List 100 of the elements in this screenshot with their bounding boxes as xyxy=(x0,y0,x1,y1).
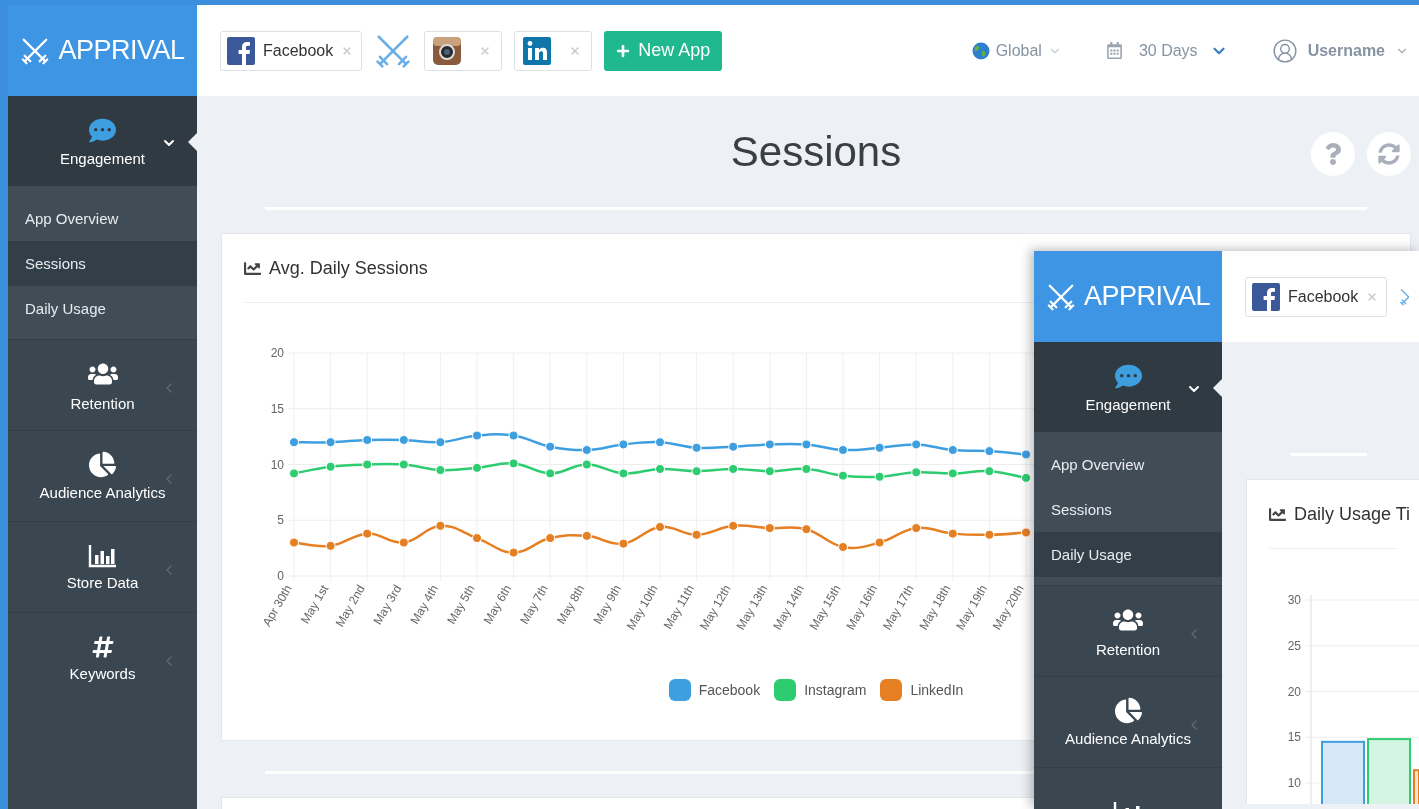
data-point xyxy=(984,466,995,477)
pointer-notch xyxy=(188,133,197,151)
data-point xyxy=(947,468,958,479)
data-point xyxy=(362,434,373,445)
data-point xyxy=(911,439,922,450)
axis-tick-label: 10 xyxy=(1287,776,1301,790)
data-point xyxy=(435,520,446,531)
help-button[interactable] xyxy=(1311,131,1355,176)
axis-tick-label: 15 xyxy=(270,401,284,416)
data-point xyxy=(435,465,446,476)
axis-tick-label: 25 xyxy=(1287,638,1301,653)
calendar-icon xyxy=(1105,42,1123,59)
data-point xyxy=(691,442,702,453)
data-point xyxy=(801,439,812,450)
data-point xyxy=(435,437,446,448)
axis-tick-label: 30 xyxy=(1287,593,1301,607)
page-title: Sessions xyxy=(730,127,902,176)
app-chip[interactable] xyxy=(514,30,593,71)
sidebar-subitem[interactable]: Sessions xyxy=(8,241,197,286)
in-logo-icon xyxy=(523,36,552,65)
data-point xyxy=(325,461,336,472)
data-point xyxy=(691,466,702,477)
legend-label: LinkedIn xyxy=(910,682,964,698)
data-point xyxy=(362,528,373,539)
axis-tick-label: 15 xyxy=(1287,730,1301,745)
data-point xyxy=(581,445,592,455)
data-point xyxy=(655,521,665,532)
data-point xyxy=(545,441,556,452)
period-label: 30 Days xyxy=(1138,41,1198,60)
data-point xyxy=(362,459,373,470)
speech-bubble-icon xyxy=(89,116,116,144)
pie-chart-icon xyxy=(1114,697,1142,724)
data-point xyxy=(874,442,885,453)
data-point xyxy=(472,462,482,473)
app-chip[interactable]: Facebook xyxy=(220,30,363,71)
bar-chart-icon xyxy=(87,543,118,568)
line-chart-icon xyxy=(244,259,261,277)
user-icon xyxy=(1271,37,1298,64)
card-title: Daily Usage Ti xyxy=(1269,503,1411,525)
app-chip[interactable] xyxy=(424,30,503,71)
sidebar-subitem[interactable]: Sessions xyxy=(1034,487,1222,532)
data-point xyxy=(289,437,299,448)
data-point xyxy=(911,467,922,478)
data-point xyxy=(1021,449,1031,460)
data-point xyxy=(947,445,958,455)
data-point xyxy=(655,437,665,448)
data-point xyxy=(618,538,629,549)
sidebar-subitem[interactable]: App Overview xyxy=(8,196,197,241)
line-chart-icon xyxy=(1269,505,1286,523)
sidebar-subitem[interactable]: Daily Usage xyxy=(1034,532,1222,577)
camera-logo-icon xyxy=(433,36,462,65)
data-point xyxy=(728,463,739,474)
sidebar-item[interactable]: Engagement xyxy=(8,96,197,186)
close-icon[interactable] xyxy=(341,44,354,57)
app-chip[interactable]: Facebook xyxy=(1245,276,1388,317)
data-point xyxy=(508,430,519,441)
data-point xyxy=(581,459,592,470)
data-point xyxy=(398,459,409,470)
data-point xyxy=(545,468,556,479)
data-point xyxy=(655,463,665,474)
pie-chart-icon xyxy=(89,451,116,478)
close-icon[interactable] xyxy=(1366,290,1379,303)
sidebar-subitem[interactable]: Daily Usage xyxy=(8,286,197,331)
speech-bubble-icon xyxy=(1114,362,1142,390)
data-point xyxy=(947,528,958,539)
data-point xyxy=(289,468,299,479)
data-point xyxy=(581,530,592,541)
close-icon[interactable] xyxy=(479,44,492,57)
axis-tick-label: 20 xyxy=(270,346,284,360)
data-point xyxy=(874,471,885,482)
axis-tick-label: 10 xyxy=(270,457,284,472)
axis-tick-label: 0 xyxy=(277,569,284,583)
card-title: Avg. Daily Sessions xyxy=(244,257,428,279)
data-point xyxy=(984,446,995,457)
refresh-button[interactable] xyxy=(1367,131,1411,176)
data-point xyxy=(618,439,629,450)
refresh-icon xyxy=(1378,142,1400,165)
data-point xyxy=(398,537,409,548)
axis-tick-label: 5 xyxy=(277,513,284,528)
axis-tick-label: 20 xyxy=(1287,684,1301,699)
data-point xyxy=(472,430,482,441)
data-point xyxy=(984,529,995,540)
sidebar-subitem[interactable]: App Overview xyxy=(1034,442,1222,487)
data-point xyxy=(1021,472,1031,483)
data-point xyxy=(728,520,739,531)
globe-icon xyxy=(971,41,990,60)
data-point xyxy=(508,458,519,469)
data-point xyxy=(911,523,922,534)
data-point xyxy=(472,533,482,544)
f-logo-icon xyxy=(227,36,255,65)
legend-label: Facebook xyxy=(698,682,761,698)
data-point xyxy=(838,542,848,552)
data-point xyxy=(838,470,848,481)
data-point xyxy=(764,523,775,534)
close-icon[interactable] xyxy=(569,44,582,57)
data-point xyxy=(874,537,885,548)
data-point xyxy=(508,547,519,558)
data-point xyxy=(764,466,775,477)
sidebar-item[interactable]: Engagement xyxy=(1034,342,1222,432)
data-point xyxy=(801,524,812,535)
